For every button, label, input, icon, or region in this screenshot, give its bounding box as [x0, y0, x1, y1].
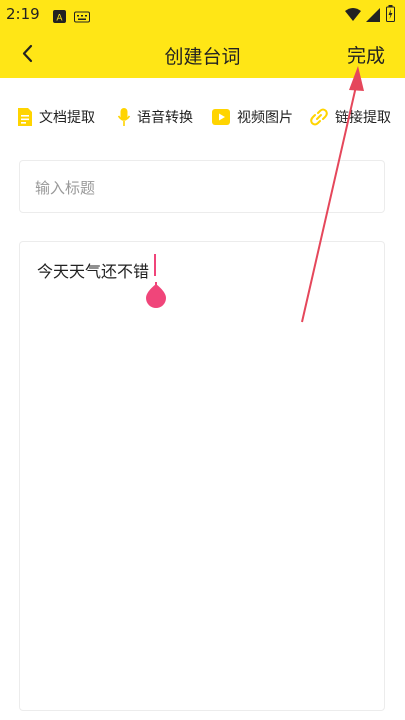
title-input[interactable]: 输入标题: [19, 160, 385, 213]
tool-label: 语音转换: [137, 110, 193, 126]
import-toolbar: 文档提取 语音转换 视频图片 链接提取: [0, 96, 405, 138]
wifi-icon: [345, 7, 361, 26]
tool-voice-convert[interactable]: 语音转换: [117, 106, 193, 128]
svg-text:A: A: [56, 14, 63, 24]
cursor-handle[interactable]: [144, 280, 168, 310]
tool-document-extract[interactable]: 文档提取: [17, 106, 95, 128]
tool-label: 链接提取: [335, 110, 391, 126]
app-bar: 创建台词 完成: [0, 30, 405, 78]
status-time: 2:19: [6, 5, 40, 23]
document-icon: [18, 108, 32, 126]
keyboard-icon: [74, 8, 90, 27]
video-icon: [212, 109, 230, 125]
battery-icon: [386, 5, 395, 26]
page-title: 创建台词: [164, 46, 241, 68]
done-button[interactable]: 完成: [347, 41, 385, 68]
content-text: 今天天气还不错: [37, 262, 150, 281]
content-editor[interactable]: 今天天气还不错: [19, 241, 385, 711]
tool-video-image[interactable]: 视频图片: [211, 106, 293, 128]
signal-icon: [366, 7, 380, 26]
microphone-icon: [117, 108, 131, 126]
notification-a-icon: A: [53, 8, 66, 27]
tool-label: 视频图片: [237, 110, 293, 126]
text-cursor: [154, 254, 156, 276]
link-icon: [310, 108, 328, 126]
tool-link-extract[interactable]: 链接提取: [309, 106, 391, 128]
tool-label: 文档提取: [39, 110, 95, 126]
status-bar: 2:19 A: [0, 0, 405, 30]
